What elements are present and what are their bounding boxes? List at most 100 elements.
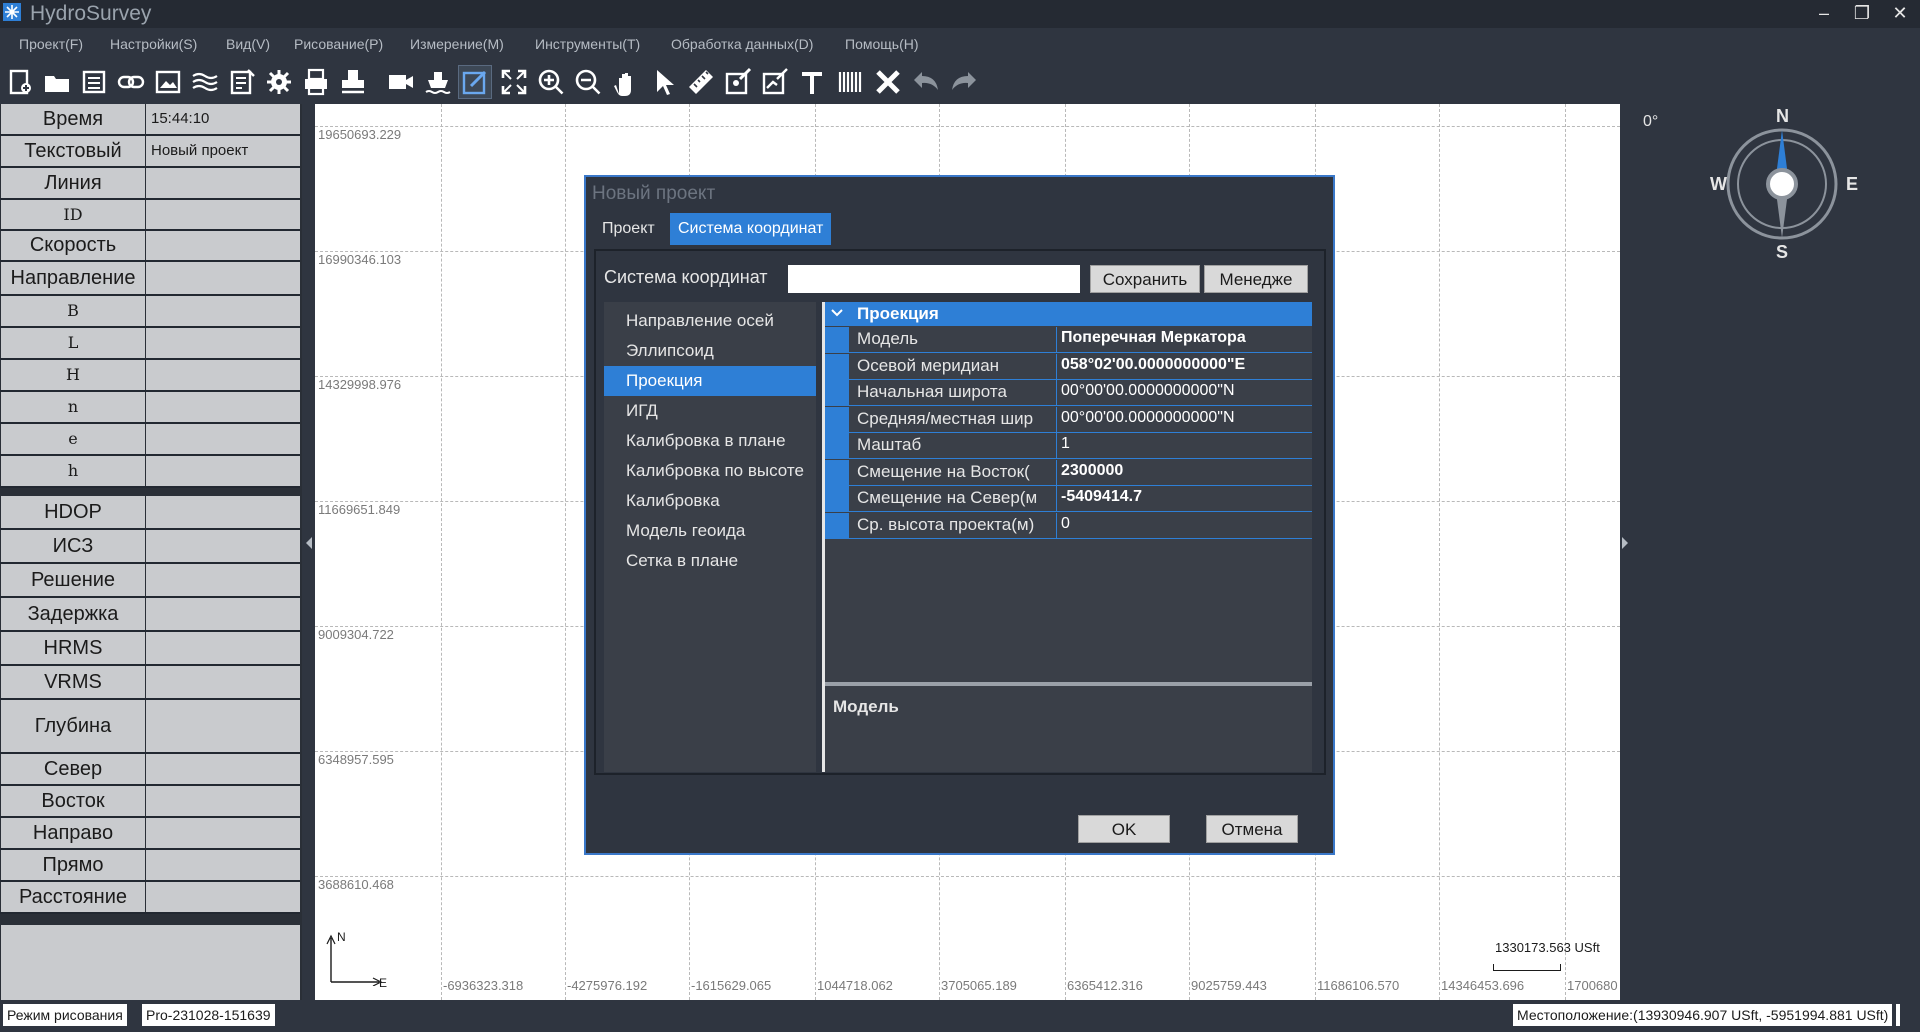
pan-hand-icon[interactable] (609, 66, 641, 98)
compass-w-label: W (1710, 174, 1727, 194)
info-row: H (0, 360, 300, 392)
tab-coordinate-system[interactable]: Система координат (670, 213, 832, 245)
collapse-right-icon[interactable] (1620, 536, 1630, 550)
zoom-in-icon[interactable] (535, 66, 567, 98)
property-value[interactable]: -5409414.7 (1061, 488, 1309, 506)
cancel-button[interactable]: Отмена (1206, 815, 1298, 843)
ruler-icon[interactable] (685, 66, 717, 98)
category-item[interactable]: Калибровка в плане (604, 426, 816, 456)
property-gutter (825, 433, 849, 459)
menu-data-processing[interactable]: Обработка данных(D) (671, 36, 813, 52)
undo-icon[interactable] (910, 66, 942, 98)
status-mode: Режим рисования (3, 1004, 127, 1026)
save-button[interactable]: Сохранить (1090, 265, 1200, 293)
save-icon[interactable] (78, 66, 110, 98)
restore-button[interactable]: ❐ (1842, 0, 1882, 28)
x-axis-label: 1044718.062 (817, 978, 893, 993)
chevron-down-icon[interactable] (831, 308, 843, 318)
property-value[interactable]: 2300000 (1061, 462, 1309, 480)
menu-drawing[interactable]: Рисование(P) (294, 36, 383, 52)
property-row[interactable]: Ср. высота проекта(м) 0 (825, 512, 1312, 539)
menu-bar: Проект(F) Настройки(S) Вид(V) Рисование(… (0, 28, 1920, 60)
menu-help[interactable]: Помощь(H) (845, 36, 919, 52)
new-project-icon[interactable] (4, 66, 36, 98)
property-value[interactable]: 058°02'00.0000000000"E (1061, 356, 1309, 374)
camera-icon[interactable] (385, 66, 417, 98)
property-gutter (825, 406, 849, 433)
info-row-label: Направление (1, 262, 145, 294)
property-gutter (825, 512, 849, 539)
edit-point-icon[interactable] (722, 66, 754, 98)
description-splitter[interactable] (825, 682, 1312, 686)
property-group-header[interactable]: Проекция (825, 302, 1312, 326)
info-row-label: Глубина (1, 700, 145, 752)
layers-icon[interactable] (189, 66, 221, 98)
info-row: HRMS (0, 632, 300, 666)
property-row[interactable]: Смещение на Восток(2300000 (825, 459, 1312, 486)
close-button[interactable]: ✕ (1880, 0, 1920, 28)
info-row-value (146, 231, 300, 260)
stamp-icon[interactable] (337, 66, 369, 98)
app-title: HydroSurvey (30, 2, 152, 25)
delete-icon[interactable] (872, 66, 904, 98)
barcode-icon[interactable] (834, 66, 866, 98)
menu-measurement[interactable]: Измерение(M) (410, 36, 504, 52)
category-item[interactable]: Модель геоида (604, 516, 816, 546)
category-item[interactable]: Сетка в плане (604, 546, 816, 576)
property-row[interactable]: Маштаб 1 (825, 433, 1312, 459)
property-value[interactable]: 00°00'00.0000000000"N (1061, 409, 1309, 427)
x-axis-label: 6365412.316 (1067, 978, 1143, 993)
property-row[interactable]: Модель Поперечная Меркатора (825, 327, 1312, 353)
property-row[interactable]: Средняя/местная шир 00°00'00.0000000000"N (825, 406, 1312, 433)
minimize-button[interactable]: – (1804, 0, 1844, 28)
edit-line-icon[interactable] (759, 66, 791, 98)
info-row-value (146, 850, 300, 880)
tab-project[interactable]: Проект (594, 213, 663, 245)
property-row[interactable]: Начальная широта 00°00'00.0000000000"N (825, 380, 1312, 406)
zoom-out-icon[interactable] (572, 66, 604, 98)
select-arrow-icon[interactable] (648, 66, 680, 98)
print-icon[interactable] (300, 66, 332, 98)
heading-degree: 0° (1643, 113, 1659, 130)
menu-project[interactable]: Проект(F) (19, 36, 83, 52)
category-item[interactable]: ИГД (604, 396, 816, 426)
property-row[interactable]: Осевой меридиан 058°02'00.0000000000"E (825, 353, 1312, 380)
category-item[interactable]: Направление осей (604, 306, 816, 336)
info-row-label: ИСЗ (1, 530, 145, 562)
collapse-left-icon[interactable] (304, 536, 314, 550)
info-row-label: Скорость (1, 231, 145, 260)
info-row: Время 15:44:10 (0, 104, 300, 136)
menu-view[interactable]: Вид(V) (226, 36, 270, 52)
gear-icon[interactable] (263, 66, 295, 98)
property-value[interactable]: 0 (1061, 515, 1309, 533)
property-value[interactable]: 00°00'00.0000000000"N (1061, 382, 1309, 400)
category-item[interactable]: Калибровка по высоте (604, 456, 816, 486)
ok-button[interactable]: OK (1078, 815, 1170, 843)
category-item[interactable]: Эллипсоид (604, 336, 816, 366)
info-row: HDOP (0, 496, 300, 530)
info-row-label: Решение (1, 564, 145, 596)
edit-icon[interactable] (458, 65, 492, 99)
link-icon[interactable] (115, 66, 147, 98)
category-item[interactable]: Проекция (604, 366, 816, 396)
property-gutter (825, 486, 849, 512)
property-value[interactable]: Поперечная Меркатора (1061, 329, 1309, 347)
property-row[interactable]: Смещение на Север(м -5409414.7 (825, 486, 1312, 512)
info-row: Прямо (0, 850, 300, 882)
export-icon[interactable] (226, 66, 258, 98)
text-icon[interactable] (796, 66, 828, 98)
menu-tools[interactable]: Инструменты(T) (535, 36, 640, 52)
ship-icon[interactable] (422, 66, 454, 98)
redo-icon[interactable] (948, 66, 980, 98)
category-item[interactable]: Калибровка (604, 486, 816, 516)
image-icon[interactable] (152, 66, 184, 98)
info-row-value (146, 786, 300, 816)
info-row-value (146, 564, 300, 596)
menu-settings[interactable]: Настройки(S) (110, 36, 197, 52)
property-value[interactable]: 1 (1061, 435, 1309, 453)
fit-extent-icon[interactable] (498, 66, 530, 98)
coord-system-input[interactable] (788, 265, 1080, 293)
open-folder-icon[interactable] (41, 66, 73, 98)
description-title: Модель (833, 697, 899, 716)
manager-button[interactable]: Менедже (1204, 265, 1308, 293)
